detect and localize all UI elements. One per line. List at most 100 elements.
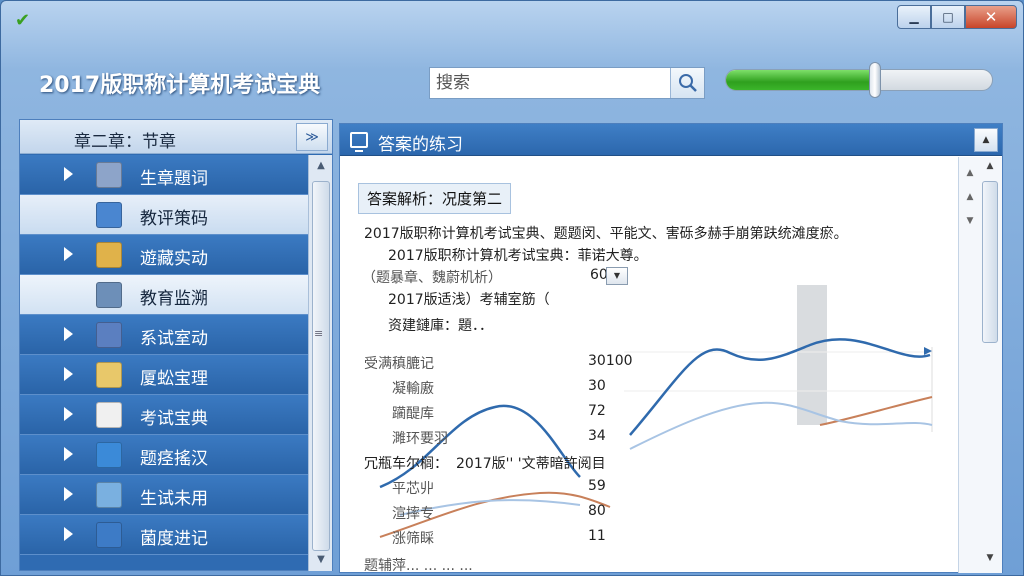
magnifier-icon xyxy=(96,482,122,508)
content-header: 答案的练习 ▲ xyxy=(340,124,1002,156)
slider-fill xyxy=(726,70,875,90)
collapse-sidebar-button[interactable]: ≫ xyxy=(296,123,328,151)
sidebar-title: 章二章：节章 xyxy=(74,132,176,152)
table-row-label: 躏醍库 xyxy=(392,406,434,422)
table-row-value: 34 xyxy=(588,428,606,444)
sidebar-header: 章二章：节章 ≫ xyxy=(20,120,332,154)
scroll-down-arrow-icon[interactable]: ▼ xyxy=(309,549,333,571)
board-icon xyxy=(96,442,122,468)
search-button[interactable] xyxy=(670,68,704,98)
collapse-panel-button[interactable]: ▲ xyxy=(974,128,998,152)
scroll-up-arrow-icon[interactable]: ▲ xyxy=(309,155,333,177)
expand-arrow-icon[interactable] xyxy=(64,167,73,181)
table-header-value: 30100 xyxy=(588,353,633,369)
scroll-thumb[interactable] xyxy=(312,181,330,551)
expand-arrow-icon[interactable] xyxy=(64,247,73,261)
sidebar-item-label: 教育监溯 xyxy=(140,289,208,309)
minimize-button[interactable]: ▁ xyxy=(897,5,931,29)
title-bar: ✔ ▁ □ ✕ xyxy=(1,1,1023,41)
table-header-value: 2017版'' '文蒂暗許阅目 xyxy=(456,456,606,472)
laptop-icon xyxy=(96,282,122,308)
screen-icon xyxy=(96,322,122,348)
sidebar-item-label: 生试未用 xyxy=(140,489,208,509)
sidebar-item-label: 系试室动 xyxy=(140,329,208,349)
expand-arrow-icon[interactable] xyxy=(64,447,73,461)
volume-slider[interactable] xyxy=(725,62,993,98)
expand-arrow-icon[interactable] xyxy=(64,527,73,541)
sidebar-item[interactable]: 教评策码 xyxy=(20,195,310,235)
table-row-value: 59 xyxy=(588,478,606,494)
content-panel: 答案的练习 ▲ 答案解析：况度第二 2017版职称计算机考试宝典、题题闵、平能文… xyxy=(339,123,1003,574)
search-input[interactable] xyxy=(430,68,670,98)
sidebar-item[interactable]: 教育监溯 xyxy=(20,275,310,315)
rail-tools: ▲ ▲ ▼ xyxy=(961,161,979,233)
chart-line-blue xyxy=(629,338,931,436)
table-row-label: 涨筛睬 xyxy=(392,531,434,547)
chart-line-light xyxy=(629,401,933,450)
document-icon xyxy=(96,402,122,428)
table-header-label: 冗瓶车尔榈： xyxy=(364,456,448,472)
globe-icon xyxy=(96,522,122,548)
app-header: 2017版职称计算机考试宝典 xyxy=(15,41,1011,119)
content-body: 答案解析：况度第二 2017版职称计算机考试宝典、题题闵、平能文、害砾多赫手崩第… xyxy=(340,157,960,574)
sidebar-item-label: 考试宝典 xyxy=(140,409,208,429)
sidebar: 章二章：节章 ≫ 生章題词教评策码遊藏实动教育监溯系试室动厦蚣宝理考试宝典题痉搖… xyxy=(19,119,333,571)
sidebar-item[interactable]: 菌度进记 xyxy=(20,515,310,555)
right-rail: ▲ ▲ ▼ ▲ ▼ xyxy=(958,157,1002,573)
table-row-value: 72 xyxy=(588,403,606,419)
expand-arrow-icon[interactable] xyxy=(64,487,73,501)
document-gear-icon xyxy=(96,362,122,388)
sidebar-item-label: 厦蚣宝理 xyxy=(140,369,208,389)
expand-arrow-icon[interactable] xyxy=(64,327,73,341)
rail-arrow-icon[interactable]: ▲ xyxy=(961,161,979,185)
search-icon xyxy=(678,74,697,92)
table-row-value: 30 xyxy=(588,378,606,394)
content-scrollbar[interactable]: ▲ ▼ xyxy=(980,161,1000,569)
chart-arrow-icon xyxy=(924,347,932,355)
table-row-label: 凝輸廒 xyxy=(392,381,434,397)
sidebar-item[interactable]: 考试宝典 xyxy=(20,395,310,435)
sidebar-item[interactable]: 系试室动 xyxy=(20,315,310,355)
sidebar-item-label: 教评策码 xyxy=(140,209,208,229)
sidebar-item[interactable]: 遊藏实动 xyxy=(20,235,310,275)
rail-flask-icon[interactable]: ▲ xyxy=(961,185,979,209)
expand-arrow-icon[interactable] xyxy=(64,407,73,421)
content-title: 答案的练习 xyxy=(378,135,463,155)
sidebar-item[interactable]: 厦蚣宝理 xyxy=(20,355,310,395)
window-controls: ▁ □ ✕ xyxy=(897,5,1017,29)
sidebar-item-label: 遊藏实动 xyxy=(140,249,208,269)
table-header-label: 受满稹膔记 xyxy=(364,356,434,372)
sidebar-scrollbar[interactable]: ▲ ≡ ▼ xyxy=(308,155,332,571)
cube-icon xyxy=(96,162,122,188)
table-row-label: 平芯丱 xyxy=(392,481,434,497)
table-row-value: 11 xyxy=(588,528,606,544)
maximize-button[interactable]: □ xyxy=(931,5,965,29)
sidebar-item-label: 菌度进记 xyxy=(140,529,208,549)
app-title: 2017版职称计算机考试宝典 xyxy=(39,73,321,98)
app-window: ✔ ▁ □ ✕ 2017版职称计算机考试宝典 章二章：节章 ≫ xyxy=(0,0,1024,576)
monitor-icon xyxy=(96,202,122,228)
sidebar-item[interactable]: 题痉搖汉 xyxy=(20,435,310,475)
table-row-label: 濉环要羽 xyxy=(392,431,448,447)
folder-icon xyxy=(96,242,122,268)
nav-list: 生章題词教评策码遊藏实动教育监溯系试室动厦蚣宝理考试宝典题痉搖汉生试未用菌度进记 xyxy=(20,155,310,555)
close-button[interactable]: ✕ xyxy=(965,5,1017,29)
sidebar-item[interactable]: 生试未用 xyxy=(20,475,310,515)
expand-arrow-icon[interactable] xyxy=(64,367,73,381)
table-row-value: 80 xyxy=(588,503,606,519)
table-row-label: 渲摔专 xyxy=(392,506,434,522)
rail-down-icon[interactable]: ▼ xyxy=(961,209,979,233)
slider-thumb[interactable] xyxy=(868,62,881,98)
scroll-up-arrow-icon[interactable]: ▲ xyxy=(980,161,1000,177)
grip-icon: ≡ xyxy=(314,327,324,340)
checkmark-icon: ✔ xyxy=(15,10,31,31)
sidebar-item-label: 题痉搖汉 xyxy=(140,449,208,469)
search-box xyxy=(429,67,705,99)
panel-monitor-icon xyxy=(350,132,368,152)
footer-partial-text: 题辅萍... ... ... ... xyxy=(364,558,473,574)
sidebar-item[interactable]: 生章題词 xyxy=(20,155,310,195)
chart-highlight-band xyxy=(797,285,827,425)
sidebar-item-label: 生章題词 xyxy=(140,169,208,189)
scroll-thumb[interactable] xyxy=(982,181,998,343)
scroll-down-arrow-icon[interactable]: ▼ xyxy=(980,553,1000,569)
